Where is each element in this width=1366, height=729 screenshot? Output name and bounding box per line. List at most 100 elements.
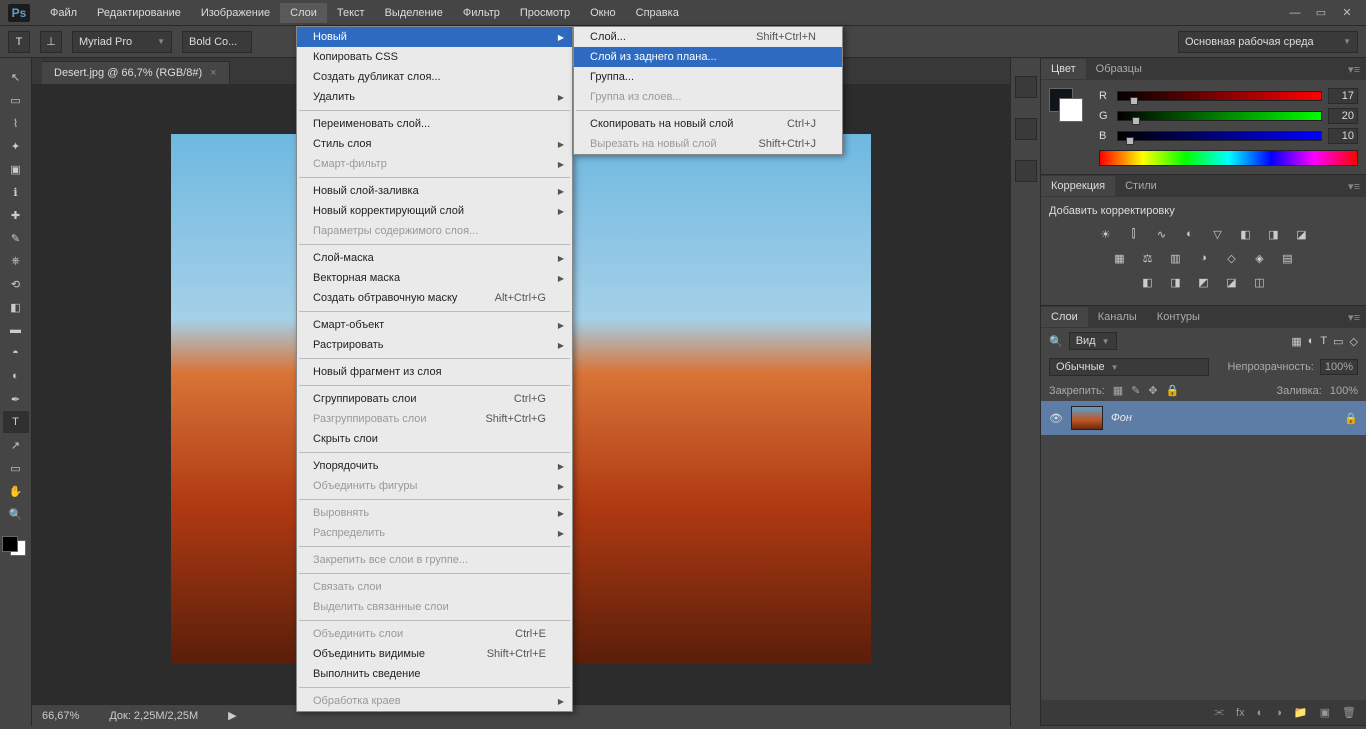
status-arrow-icon[interactable]: ▶ [228,709,236,722]
adj-layer-icon[interactable]: ◑ [1275,707,1282,719]
menu-item[interactable]: Растрировать [297,335,572,355]
menu-select[interactable]: Выделение [375,3,453,23]
menu-edit[interactable]: Редактирование [87,3,191,23]
visibility-icon[interactable]: 👁 [1049,412,1063,425]
menu-layers[interactable]: Слои [280,3,327,23]
adj-levels-icon[interactable]: ⫿ [1125,225,1143,243]
window-close-icon[interactable]: ✕ [1336,5,1358,21]
panel-menu-icon[interactable]: ▾≡ [1342,63,1366,76]
layer-row[interactable]: 👁 Фон 🔒 [1041,401,1366,435]
font-family-select[interactable]: Myriad Pro▼ [72,31,172,53]
tab-swatches[interactable]: Образцы [1086,59,1152,79]
adj-select4-icon[interactable]: ◪ [1223,273,1241,291]
adj-curves-icon[interactable]: ∿ [1153,225,1171,243]
pen-tool-icon[interactable]: ✒ [3,388,29,410]
slider-r[interactable] [1117,91,1322,101]
dodge-tool-icon[interactable]: ◐ [3,365,29,387]
panel-menu-icon[interactable]: ▾≡ [1342,311,1366,324]
menu-window[interactable]: Окно [580,3,626,23]
tool-preset-icon[interactable]: T [8,31,30,53]
menu-item[interactable]: Слой-маска [297,248,572,268]
value-b[interactable]: 10 [1328,128,1358,144]
stamp-tool-icon[interactable]: ⎈ [3,250,29,272]
layer-filter-select[interactable]: Вид▼ [1069,332,1117,350]
delete-layer-icon[interactable]: 🗑 [1342,706,1356,719]
hand-tool-icon[interactable]: ✋ [3,480,29,502]
slider-g[interactable] [1117,111,1322,121]
color-ramp[interactable] [1099,150,1358,166]
tab-adjustments[interactable]: Коррекция [1041,176,1115,196]
blur-tool-icon[interactable]: ◓ [3,342,29,364]
menu-text[interactable]: Текст [327,3,375,23]
menu-filter[interactable]: Фильтр [453,3,510,23]
menu-item[interactable]: Переименовать слой... [297,114,572,134]
adj-invert-icon[interactable]: ◑ [1195,249,1213,267]
lock-all-icon[interactable]: 🔒 [1166,384,1180,397]
adj-gradmap-icon[interactable]: ▤ [1279,249,1297,267]
adj-lookup-icon[interactable]: ▥ [1167,249,1185,267]
adj-brightness-icon[interactable]: ☀ [1097,225,1115,243]
value-r[interactable]: 17 [1328,88,1358,104]
filter-adjust-icon[interactable]: ◐ [1308,335,1315,347]
menu-item[interactable]: Копировать CSS [297,47,572,67]
history-brush-icon[interactable]: ⟲ [3,273,29,295]
link-layers-icon[interactable]: ⫘ [1214,706,1224,719]
adj-threshold-icon[interactable]: ◈ [1251,249,1269,267]
menu-item[interactable]: Создать обтравочную маскуAlt+Ctrl+G [297,288,572,308]
gradient-tool-icon[interactable]: ▬ [3,319,29,341]
adj-exposure-icon[interactable]: ◐ [1181,225,1199,243]
menu-item[interactable]: Новый [297,27,572,47]
filter-smart-icon[interactable]: ◇ [1350,335,1358,348]
menu-item[interactable]: Скрыть слои [297,429,572,449]
eraser-tool-icon[interactable]: ◧ [3,296,29,318]
workspace-select[interactable]: Основная рабочая среда▼ [1178,31,1358,53]
lock-pos-icon[interactable]: ✥ [1148,384,1157,397]
foreground-color[interactable] [2,536,18,552]
menu-image[interactable]: Изображение [191,3,280,23]
lasso-tool-icon[interactable]: ⌇ [3,112,29,134]
new-layer-icon[interactable]: ▣ [1320,706,1330,719]
adj-select-icon[interactable]: ◧ [1139,273,1157,291]
panel-menu-icon[interactable]: ▾≡ [1342,180,1366,193]
value-g[interactable]: 20 [1328,108,1358,124]
window-minimize-icon[interactable]: — [1284,5,1306,21]
lock-pixel-icon[interactable]: ✎ [1131,384,1140,397]
adj-colorbal-icon[interactable]: ◨ [1265,225,1283,243]
window-restore-icon[interactable]: ▭ [1310,5,1332,21]
shape-tool-icon[interactable]: ▭ [3,457,29,479]
menu-item[interactable]: Создать дубликат слоя... [297,67,572,87]
marquee-tool-icon[interactable]: ▭ [3,89,29,111]
tab-color[interactable]: Цвет [1041,59,1086,79]
crop-tool-icon[interactable]: ▣ [3,158,29,180]
document-tab[interactable]: Desert.jpg @ 66,7% (RGB/8#) × [42,61,230,84]
blend-mode-select[interactable]: Обычные▼ [1049,358,1209,376]
filter-shape-icon[interactable]: ▭ [1333,335,1343,348]
adj-select5-icon[interactable]: ◫ [1251,273,1269,291]
zoom-level[interactable]: 66,67% [42,710,79,722]
mask-icon[interactable]: ◐ [1257,707,1264,719]
menu-item[interactable]: Слой...Shift+Ctrl+N [574,27,842,47]
tab-channels[interactable]: Каналы [1088,307,1147,327]
menu-item[interactable]: Сгруппировать слоиCtrl+G [297,389,572,409]
type-tool-icon[interactable]: T [3,411,29,433]
menu-item[interactable]: Упорядочить [297,456,572,476]
menu-item[interactable]: Объединить видимыеShift+Ctrl+E [297,644,572,664]
zoom-tool-icon[interactable]: 🔍 [3,503,29,525]
menu-item[interactable]: Смарт-объект [297,315,572,335]
layer-thumbnail[interactable] [1071,406,1103,430]
menu-item[interactable]: Выполнить сведение [297,664,572,684]
menu-item[interactable]: Новый корректирующий слой [297,201,572,221]
eyedropper-tool-icon[interactable]: ℹ [3,181,29,203]
menu-item[interactable]: Стиль слоя [297,134,572,154]
dock-btn-char-icon[interactable] [1015,118,1037,140]
move-tool-icon[interactable]: ↖ [3,66,29,88]
menu-help[interactable]: Справка [626,3,689,23]
font-style-select[interactable]: Bold Co... [182,31,252,53]
dock-btn-para-icon[interactable] [1015,160,1037,182]
filter-pixel-icon[interactable]: ▦ [1291,335,1301,348]
adj-bw-icon[interactable]: ◪ [1293,225,1311,243]
menu-item[interactable]: Новый фрагмент из слоя [297,362,572,382]
adj-hue-icon[interactable]: ◧ [1237,225,1255,243]
slider-b[interactable] [1117,131,1322,141]
adj-mixer-icon[interactable]: ⚖ [1139,249,1157,267]
